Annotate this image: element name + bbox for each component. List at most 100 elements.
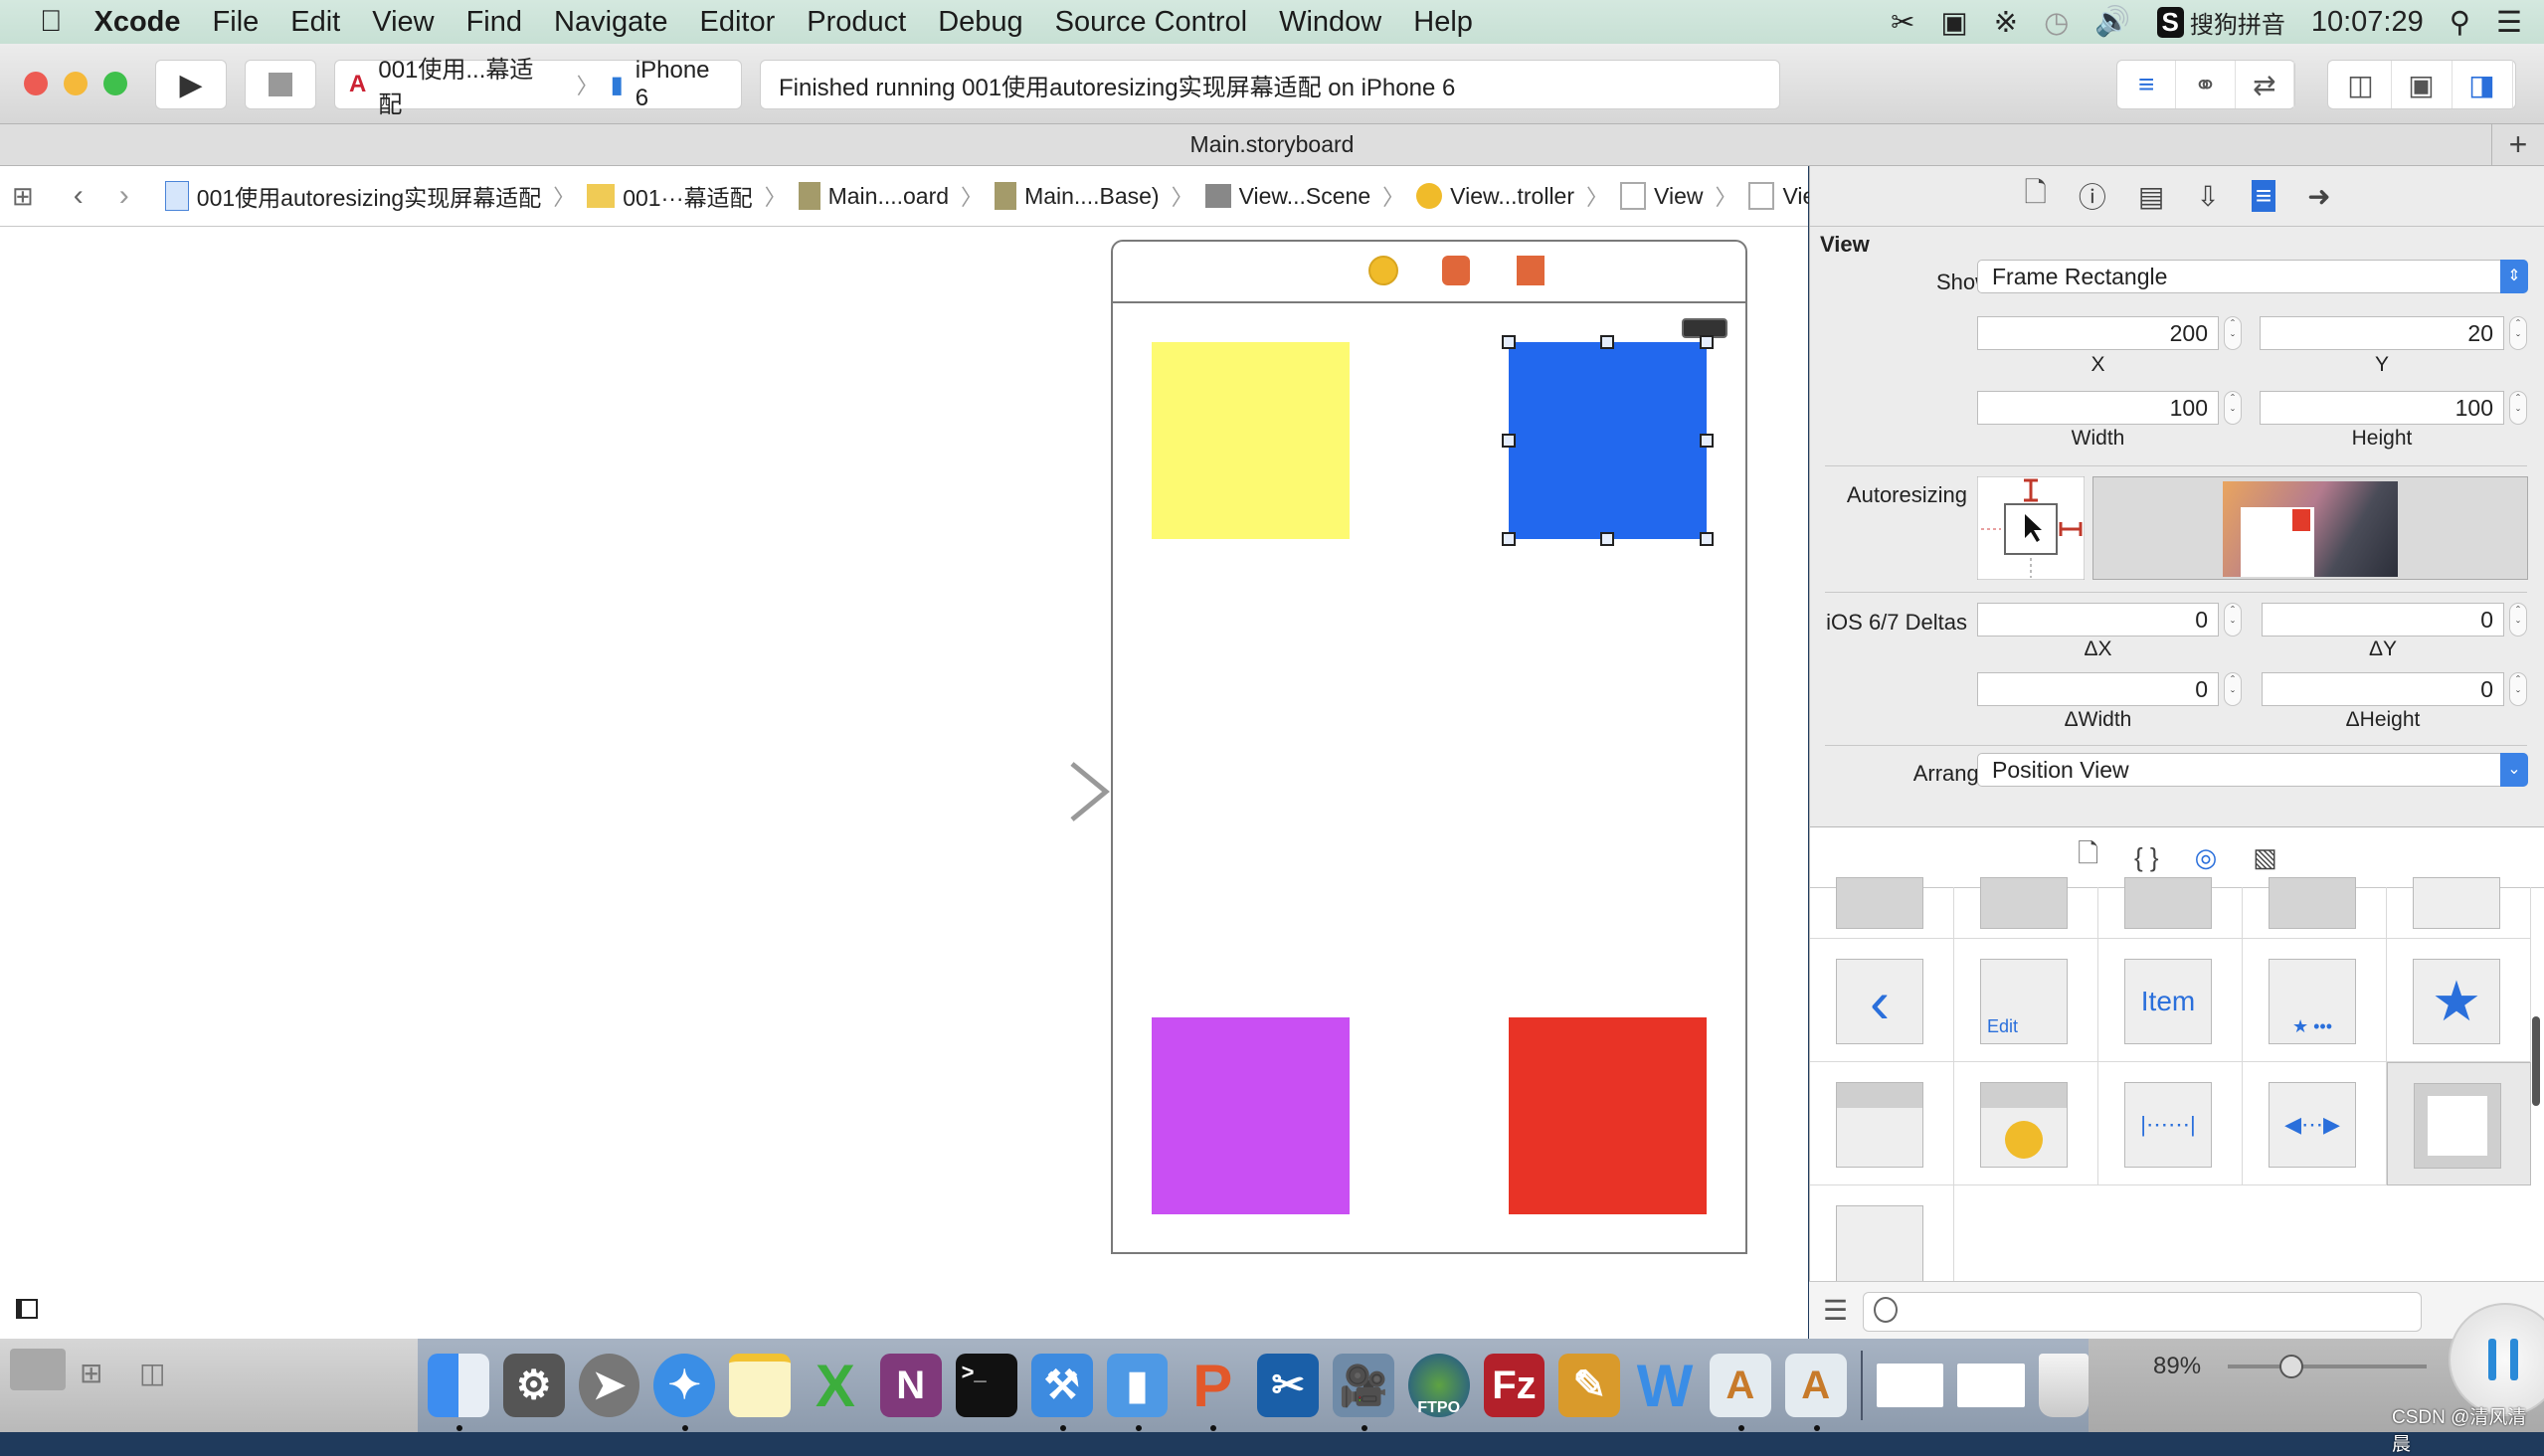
menu-navigate[interactable]: Navigate xyxy=(554,6,667,39)
scheme-selector[interactable]: A 001使用...幕适配 〉 ▮ iPhone 6 xyxy=(334,57,742,118)
navigator-toggle-icon[interactable]: ◫ xyxy=(2331,61,2392,108)
close-window-button[interactable] xyxy=(24,72,48,95)
storyboard-canvas[interactable] xyxy=(0,227,1808,1339)
filezilla-icon[interactable]: Fz xyxy=(1483,1354,1545,1417)
zoom-window-button[interactable] xyxy=(103,72,127,95)
notification-center-icon[interactable]: ☰ xyxy=(2496,5,2522,40)
crumb-project[interactable]: 001使用autoresizing实现屏幕适配 xyxy=(164,179,541,213)
menu-editor[interactable]: Editor xyxy=(699,6,775,39)
bluetooth-icon[interactable]: ※ xyxy=(1994,5,2018,40)
identity-inspector-icon[interactable]: ▤ xyxy=(2138,180,2164,213)
resize-handle[interactable] xyxy=(1502,532,1516,546)
tab-main-storyboard[interactable]: Main.storyboard xyxy=(1190,131,1355,157)
safari-icon[interactable]: ✦ xyxy=(653,1354,716,1431)
resize-handle[interactable] xyxy=(1502,335,1516,349)
delta-y-stepper[interactable]: ˆˇ xyxy=(2509,603,2527,637)
exit-icon[interactable] xyxy=(1517,256,1545,285)
notes-icon[interactable] xyxy=(729,1354,791,1417)
view-controller-icon[interactable] xyxy=(1368,256,1398,285)
terminal-icon[interactable]: >_ xyxy=(955,1354,1017,1417)
resize-handle[interactable] xyxy=(1502,434,1516,448)
library-item[interactable]: |⋯⋯| xyxy=(2098,1062,2243,1185)
menu-debug[interactable]: Debug xyxy=(938,6,1022,39)
powerpoint-icon[interactable]: P xyxy=(1181,1353,1243,1431)
y-field[interactable]: 20 xyxy=(2260,316,2504,350)
zoom-slider[interactable] xyxy=(2228,1355,2427,1378)
delta-x-stepper[interactable]: ˆˇ xyxy=(2224,603,2242,637)
library-item[interactable] xyxy=(1810,1062,1954,1185)
resize-handle[interactable] xyxy=(1700,532,1714,546)
crumb-storyboard-base[interactable]: Main....Base) xyxy=(995,182,1160,210)
apple-menu-icon[interactable]:  xyxy=(40,5,63,39)
blue-view[interactable] xyxy=(1509,342,1707,539)
onenote-icon[interactable]: N xyxy=(879,1354,942,1417)
ftp-client-icon[interactable]: FTPO xyxy=(1407,1354,1470,1417)
list-view-toggle-icon[interactable]: ☰ xyxy=(1823,1294,1848,1327)
attributes-inspector-icon[interactable]: ⇩ xyxy=(2196,180,2219,213)
library-item[interactable]: Item xyxy=(2098,939,2243,1062)
spotlight-search-icon[interactable]: ⚲ xyxy=(2450,5,2470,40)
object-library-icon[interactable]: ◎ xyxy=(2195,842,2218,873)
trash-icon[interactable] xyxy=(2038,1354,2089,1417)
time-machine-icon[interactable]: ◷ xyxy=(2044,5,2069,40)
library-item[interactable]: ◀⋯▶ xyxy=(2243,1062,2387,1185)
minimized-window-icon[interactable] xyxy=(1876,1364,1944,1407)
library-item[interactable]: Edit xyxy=(1954,939,2098,1062)
launchpad-icon[interactable]: ➤ xyxy=(578,1354,640,1417)
crumb-group[interactable]: 001···幕适配 xyxy=(587,179,753,213)
finder-icon[interactable] xyxy=(428,1354,489,1431)
minimize-window-button[interactable] xyxy=(64,72,88,95)
resize-handle[interactable] xyxy=(1700,434,1714,448)
resize-handle[interactable] xyxy=(1600,335,1614,349)
view-controller-scene[interactable] xyxy=(1111,240,1747,1254)
resize-handle[interactable] xyxy=(1600,532,1614,546)
width-field[interactable]: 100 xyxy=(1977,391,2219,425)
system-preferences-icon[interactable]: ⚙ xyxy=(502,1354,565,1417)
media-library-icon[interactable]: ▧ xyxy=(2253,842,2277,873)
code-snippet-library-icon[interactable]: { } xyxy=(2134,842,2159,873)
forward-button[interactable]: › xyxy=(119,179,129,213)
first-responder-icon[interactable] xyxy=(1442,256,1470,285)
device-name[interactable]: iPhone 6 xyxy=(636,57,727,112)
autoresizing-mask-control[interactable] xyxy=(1977,476,2085,580)
document-outline-toggle-icon[interactable] xyxy=(16,1299,38,1319)
width-stepper[interactable]: ˆˇ xyxy=(2224,391,2242,425)
library-item-view-selected[interactable] xyxy=(2387,1062,2531,1185)
y-stepper[interactable]: ˆˇ xyxy=(2509,316,2527,350)
file-inspector-icon[interactable]: 🗋 xyxy=(2024,172,2047,220)
run-button[interactable]: ▶ xyxy=(155,60,227,109)
standard-editor-icon[interactable]: ≡ xyxy=(2117,61,2177,108)
video-editor-icon[interactable]: 🎥 xyxy=(1332,1354,1394,1431)
arrange-popup[interactable]: Position View ⌄ xyxy=(1977,753,2528,787)
clock[interactable]: 10:07:29 xyxy=(2311,6,2424,39)
library-item[interactable] xyxy=(1954,877,2098,939)
library-item[interactable] xyxy=(2387,877,2531,939)
delta-width-stepper[interactable]: ˆˇ xyxy=(2224,672,2242,706)
menu-product[interactable]: Product xyxy=(807,6,906,39)
scissors-icon[interactable]: ✂ xyxy=(1891,5,1914,40)
library-item[interactable] xyxy=(2098,877,2243,939)
delta-height-field[interactable]: 0 xyxy=(2262,672,2504,706)
height-stepper[interactable]: ˆˇ xyxy=(2509,391,2527,425)
grid-view-icon[interactable]: ⊞ xyxy=(80,1357,102,1389)
purple-view[interactable] xyxy=(1152,1017,1350,1214)
zoom-slider-knob[interactable] xyxy=(2279,1355,2303,1378)
library-item[interactable]: ★ xyxy=(2387,939,2531,1062)
normal-view-icon[interactable] xyxy=(10,1349,66,1390)
height-field[interactable]: 100 xyxy=(2260,391,2504,425)
utilities-toggle-icon[interactable]: ◨ xyxy=(2453,61,2513,108)
library-scrollbar[interactable] xyxy=(2532,1016,2540,1106)
ios-simulator-icon[interactable]: ▮ xyxy=(1106,1354,1169,1431)
file-template-library-icon[interactable]: 🗋 xyxy=(2078,835,2098,879)
menu-file[interactable]: File xyxy=(213,6,260,39)
crumb-scene[interactable]: View...Scene xyxy=(1204,183,1370,210)
menu-window[interactable]: Window xyxy=(1279,6,1381,39)
yellow-view[interactable] xyxy=(1152,342,1350,539)
minimized-window-icon[interactable] xyxy=(1957,1364,2025,1407)
paint-app-icon[interactable]: ✎ xyxy=(1558,1354,1621,1417)
delta-y-field[interactable]: 0 xyxy=(2262,603,2504,637)
back-button[interactable]: ‹ xyxy=(74,179,84,213)
size-inspector-icon[interactable]: ≡ xyxy=(2251,180,2276,212)
crumb-storyboard[interactable]: Main....oard xyxy=(798,182,949,210)
add-tab-button[interactable]: + xyxy=(2491,124,2544,165)
